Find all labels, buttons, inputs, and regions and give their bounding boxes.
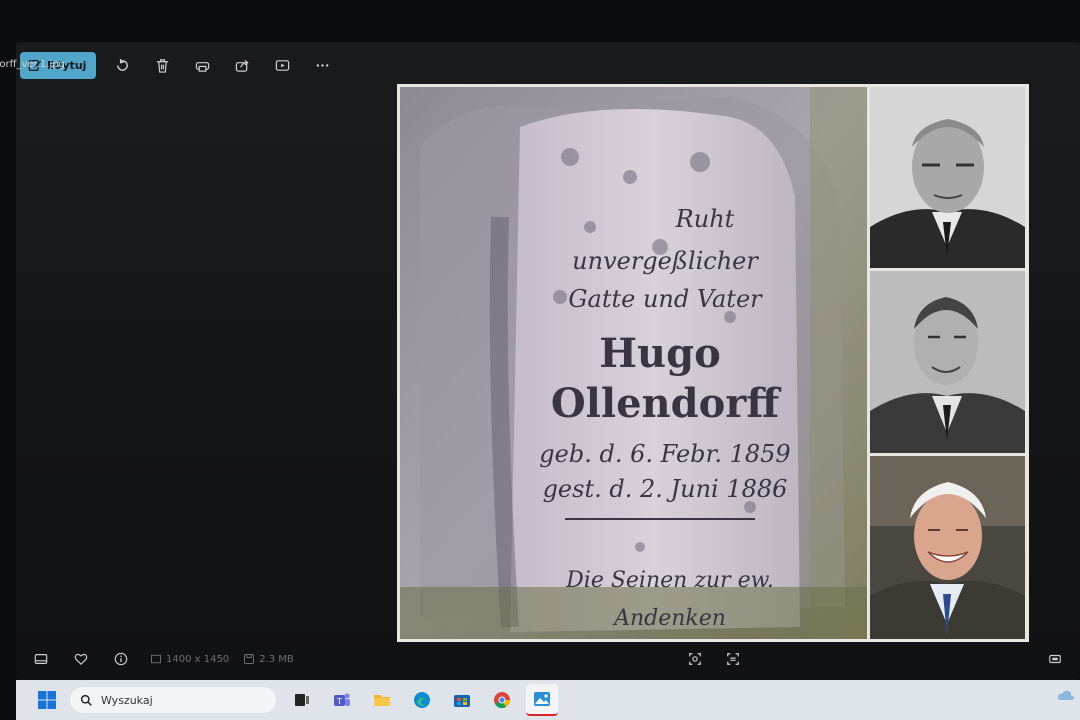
filmstrip-toggle[interactable] [30, 648, 52, 670]
tombstone-image: Ruht unvergeßlicher Gatte und Vater Hugo… [400, 87, 867, 639]
fit-to-window-button[interactable] [684, 648, 706, 670]
edge-app[interactable] [406, 684, 438, 716]
share-icon [235, 59, 249, 72]
disk-icon [244, 654, 255, 664]
task-view-button[interactable] [286, 684, 318, 716]
actual-size-icon [727, 653, 739, 665]
image-canvas[interactable]: Ruht unvergeßlicher Gatte und Vater Hugo… [397, 84, 1029, 642]
heart-icon [74, 653, 88, 666]
search-placeholder: Wyszukaj [101, 693, 153, 707]
portrait-photo-1 [870, 87, 1025, 268]
more-button[interactable] [308, 51, 336, 79]
more-icon [316, 63, 329, 67]
tomb-line-7: gest. d. 2. Juni 1886 [543, 475, 788, 503]
weather-cloud-icon[interactable] [1056, 688, 1076, 702]
fullscreen-button[interactable] [1044, 648, 1066, 670]
chrome-app[interactable] [486, 684, 518, 716]
slideshow-icon [275, 59, 290, 71]
edit-button[interactable]: Edytuj [20, 51, 97, 79]
tomb-line-4: Hugo [599, 330, 721, 377]
tomb-line-3: Gatte und Vater [568, 285, 763, 313]
print-icon [195, 61, 210, 72]
windows-taskbar: Wyszukaj T [16, 680, 1080, 720]
tomb-line-5: Ollendorff [551, 380, 781, 427]
rotate-icon [117, 58, 128, 71]
dimensions-icon [151, 654, 161, 664]
share-button[interactable] [228, 51, 256, 79]
fullscreen-icon [1049, 654, 1061, 664]
dimensions-text: 1400 x 1450 [166, 653, 230, 665]
photos-icon [534, 692, 550, 706]
file-size: 2.3 MB [243, 653, 294, 665]
svg-text:T: T [336, 697, 342, 706]
teams-app[interactable]: T [326, 684, 358, 716]
portrait-image-1 [870, 87, 1025, 268]
actual-size-button[interactable] [722, 648, 744, 670]
taskbar-search[interactable]: Wyszukaj [70, 687, 276, 713]
tombstone-photo: Ruht unvergeßlicher Gatte und Vater Hugo… [400, 87, 867, 639]
tomb-line-2: unvergeßlicher [572, 247, 759, 275]
edge-icon [414, 692, 430, 708]
slideshow-button[interactable] [268, 51, 296, 79]
delete-button[interactable] [148, 51, 176, 79]
rotate-button[interactable] [108, 51, 136, 79]
zoom-controls [684, 648, 744, 670]
store-app[interactable] [446, 684, 478, 716]
portrait-photo-2 [870, 271, 1025, 453]
favorite-button[interactable] [70, 648, 92, 670]
viewer-toolbar: Edytuj [20, 51, 348, 79]
portrait-photo-3 [870, 456, 1025, 639]
task-view-icon [295, 694, 309, 706]
tomb-line-8: Die Seinen zur ew. [565, 568, 774, 593]
tomb-line-1: Ruht [675, 205, 735, 233]
image-dimensions: 1400 x 1450 [150, 653, 229, 665]
tomb-line-6: geb. d. 6. Febr. 1859 [539, 440, 790, 468]
fit-window-icon [689, 653, 701, 665]
portrait-image-2 [870, 271, 1025, 453]
start-button[interactable] [34, 687, 60, 713]
status-bar-left: 1400 x 1450 2.3 MB [30, 648, 308, 670]
file-info-button[interactable] [110, 648, 132, 670]
teams-icon: T [334, 693, 350, 706]
edit-icon [28, 59, 42, 71]
portrait-image-3 [870, 456, 1025, 639]
print-button[interactable] [188, 51, 216, 79]
store-icon [454, 695, 470, 707]
status-bar-right [1044, 648, 1066, 670]
delete-icon [156, 58, 169, 73]
system-tray [1056, 688, 1076, 702]
photo-viewer-window: Edytuj Ollendorff_ver.1.jpg [0, 42, 1080, 680]
info-icon [114, 652, 128, 666]
tomb-line-9: Andenken [612, 606, 726, 631]
windows-logo-icon [38, 691, 56, 709]
folder-icon [374, 695, 390, 706]
edit-button-label: Edytuj [47, 58, 87, 72]
filmstrip-icon [34, 654, 48, 664]
file-size-text: 2.3 MB [259, 653, 294, 665]
search-icon [80, 694, 92, 706]
chrome-icon [494, 692, 511, 709]
file-explorer-app[interactable] [366, 684, 398, 716]
photos-app[interactable] [526, 684, 558, 716]
